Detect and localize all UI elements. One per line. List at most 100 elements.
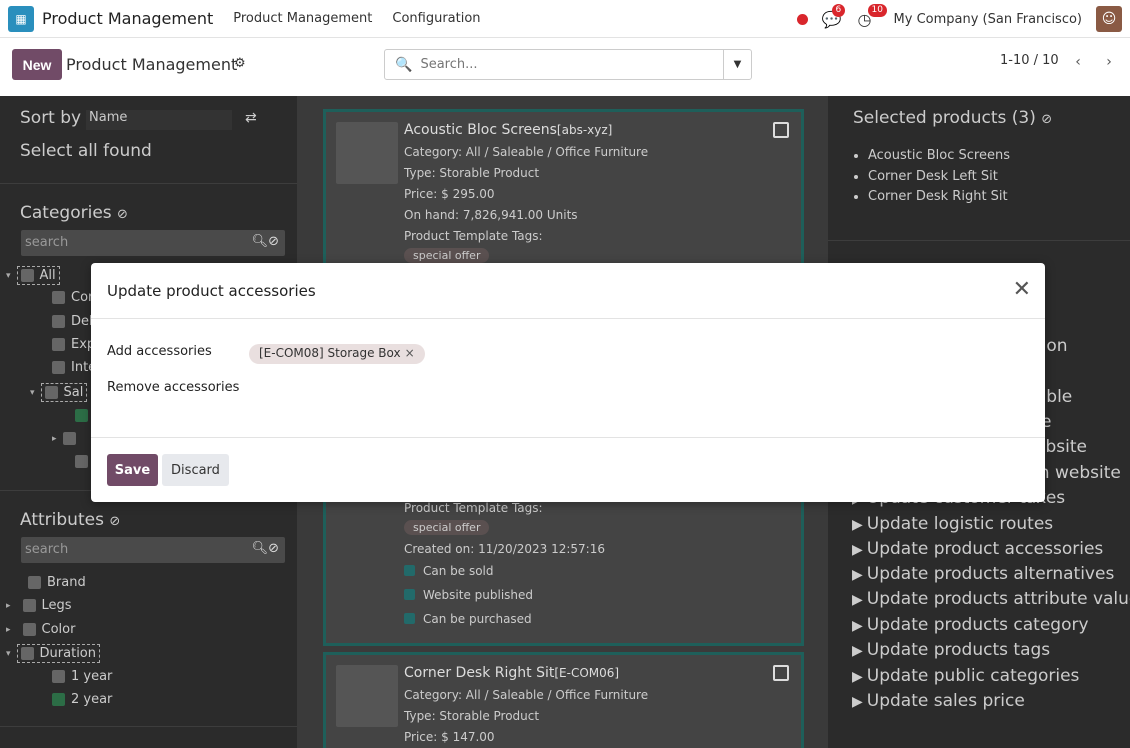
category-all[interactable]: ▾ All	[6, 266, 60, 285]
clear-attributes-icon[interactable]: ⊘	[109, 514, 120, 529]
app-brand[interactable]: Product Management	[42, 9, 213, 28]
remove-accessories-field[interactable]	[249, 375, 1019, 399]
list-item: Acoustic Bloc Screens	[868, 146, 1010, 167]
chevron-right-icon: ›	[1106, 54, 1112, 70]
card-checkbox-checked-icon[interactable]	[773, 122, 789, 138]
attribute-brand[interactable]: Brand	[28, 575, 86, 590]
checkbox-checked[interactable]	[52, 693, 65, 706]
caret-icon[interactable]: ▾	[6, 271, 11, 281]
search-icon: 🔍	[395, 56, 413, 73]
flag-can-be-purchased: Can be purchased	[404, 612, 532, 626]
category-item[interactable]: Cor	[52, 290, 93, 305]
action-update-products-tags[interactable]: ▶ Update products tags	[852, 640, 1050, 660]
action-update-products-category[interactable]: ▶ Update products category	[852, 615, 1089, 635]
checkbox-checked[interactable]	[75, 409, 88, 422]
save-button[interactable]: Save	[107, 454, 158, 486]
company-switcher[interactable]: My Company (San Francisco)	[894, 12, 1082, 27]
category-subitem[interactable]: ▸	[52, 432, 82, 445]
checkbox[interactable]	[62, 432, 76, 445]
menu-configuration[interactable]: Configuration	[392, 11, 480, 26]
list-item: Corner Desk Right Sit	[868, 187, 1010, 208]
checkbox[interactable]	[28, 576, 41, 589]
pager-value[interactable]: 1-10 / 10	[1000, 53, 1059, 68]
action-update-products-alternatives[interactable]: ▶ Update products alternatives	[852, 564, 1114, 584]
pager-next-button[interactable]: ›	[1096, 50, 1122, 74]
gear-icon[interactable]: ⚙	[234, 56, 246, 71]
search-clear-icons[interactable]: 🔍︎⊘	[252, 234, 279, 249]
triangle-right-icon: ▶	[852, 618, 863, 634]
remove-tag-icon[interactable]: ×	[405, 346, 415, 360]
menu-product-management[interactable]: Product Management	[233, 11, 372, 26]
apps-menu-icon[interactable]: ▦	[8, 5, 34, 32]
attribute-value-2-year[interactable]: 2 year	[52, 692, 112, 707]
checkbox[interactable]	[52, 291, 65, 304]
action-update-sales-price[interactable]: ▶ Update sales price	[852, 691, 1025, 711]
close-icon[interactable]: ✕	[1013, 279, 1031, 301]
product-card[interactable]: Corner Desk Right Sit[E-COM06] Category:…	[323, 652, 804, 748]
search-clear-icons[interactable]: 🔍︎⊘	[252, 541, 279, 556]
add-accessories-label: Add accessories	[107, 344, 212, 359]
attribute-color[interactable]: ▸ Color	[6, 622, 75, 637]
sort-direction-icon[interactable]: ⇄	[245, 110, 257, 126]
search-options-toggle[interactable]: ▼	[723, 49, 752, 80]
action-update-attribute-values[interactable]: ▶ Update products attribute values	[852, 589, 1130, 609]
category-item[interactable]: Exp	[52, 337, 95, 352]
checkbox[interactable]	[20, 647, 34, 660]
category-label: Sal	[63, 385, 84, 400]
attribute-duration[interactable]: ▾ Duration	[6, 644, 100, 663]
action-update-public-categories[interactable]: ▶ Update public categories	[852, 666, 1079, 686]
chevron-left-icon: ‹	[1075, 54, 1081, 70]
messages-icon[interactable]: 💬 6	[822, 3, 846, 29]
dialog-title: Update product accessories	[107, 282, 316, 300]
action-update-product-accessories[interactable]: ▶ Update product accessories	[852, 539, 1103, 559]
product-type: Type: Storable Product	[404, 709, 540, 723]
product-image	[336, 122, 398, 184]
checkbox[interactable]	[52, 315, 65, 328]
checkbox[interactable]	[52, 670, 65, 683]
clear-selection-icon[interactable]: ⊘	[1041, 112, 1052, 127]
checkbox[interactable]	[22, 599, 36, 612]
category-label: Del	[71, 314, 93, 329]
checkbox[interactable]	[22, 623, 36, 636]
triangle-right-icon: ▶	[852, 542, 863, 558]
product-category: Category: All / Saleable / Office Furnit…	[404, 145, 649, 159]
user-avatar[interactable]: ☺	[1096, 6, 1122, 32]
category-item[interactable]: Del	[52, 314, 93, 329]
clear-categories-icon[interactable]: ⊘	[117, 207, 128, 222]
caret-icon[interactable]: ▾	[6, 649, 11, 659]
search-input[interactable]	[420, 57, 711, 72]
checkbox-checked-icon	[404, 565, 415, 576]
checkbox[interactable]	[52, 361, 65, 374]
pager-previous-button[interactable]: ‹	[1065, 50, 1091, 74]
sort-select[interactable]: Name	[86, 110, 232, 130]
attribute-legs[interactable]: ▸ Legs	[6, 598, 72, 613]
checkbox[interactable]	[20, 269, 34, 282]
product-card[interactable]: Acoustic Bloc Screens[abs-xyz] Category:…	[323, 109, 804, 269]
caret-right-icon[interactable]: ▸	[6, 601, 11, 611]
product-card[interactable]: Product Template Tags: special offer Cre…	[323, 490, 804, 646]
checkbox[interactable]	[75, 455, 88, 468]
categories-search-input[interactable]: search 🔍︎⊘	[21, 230, 285, 256]
checkbox[interactable]	[44, 386, 58, 399]
triangle-right-icon: ▶	[852, 592, 863, 608]
caret-right-icon[interactable]: ▸	[6, 625, 11, 635]
caret-right-icon[interactable]: ▸	[52, 434, 57, 444]
search-bar: 🔍	[384, 49, 724, 80]
recording-dot-icon[interactable]	[796, 13, 808, 25]
caret-icon[interactable]: ▾	[30, 388, 35, 398]
select-all-found-link[interactable]: Select all found	[20, 141, 152, 161]
attributes-title: Attributes ⊘	[20, 510, 121, 530]
product-title: Corner Desk Right Sit[E-COM06]	[404, 665, 620, 681]
triangle-right-icon: ▶	[852, 643, 863, 659]
action-update-logistic-routes[interactable]: ▶ Update logistic routes	[852, 514, 1053, 534]
checkbox-checked-icon	[404, 589, 415, 600]
card-checkbox-checked-icon[interactable]	[773, 665, 789, 681]
discard-button[interactable]: Discard	[162, 454, 229, 486]
checkbox[interactable]	[52, 338, 65, 351]
attributes-search-input[interactable]: search 🔍︎⊘	[21, 537, 285, 563]
attribute-value-1-year[interactable]: 1 year	[52, 669, 112, 684]
category-saleable[interactable]: ▾ Sal	[30, 383, 88, 402]
new-button[interactable]: New	[12, 49, 62, 80]
activities-clock-icon[interactable]: ◷ 10	[858, 3, 887, 29]
category-item[interactable]: Inte	[52, 360, 96, 375]
